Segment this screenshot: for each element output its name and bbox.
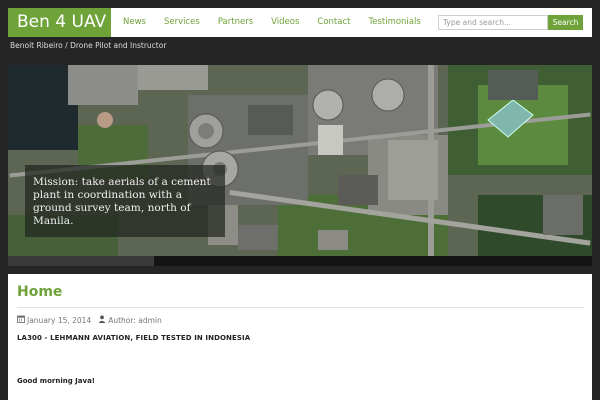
post-text: Good morning Java! (17, 377, 95, 385)
site-logo[interactable]: Ben 4 UAV (8, 8, 111, 37)
user-icon (98, 315, 106, 325)
slider-pagination (8, 256, 592, 266)
main-nav: News Services Partners Videos Contact Te… (123, 8, 439, 37)
nav-item-contact[interactable]: Contact (317, 8, 350, 37)
site-tagline: Benoit Ribeiro / Drone Pilot and Instruc… (10, 41, 167, 50)
nav-item-partners[interactable]: Partners (218, 8, 253, 37)
page-title: Home (17, 284, 63, 300)
title-divider (17, 307, 584, 308)
hero-caption: Mission: take aerials of a cement plant … (25, 165, 225, 237)
nav-item-testimonials[interactable]: Testimonials (368, 8, 420, 37)
slider-progress[interactable] (8, 256, 154, 266)
nav-item-news[interactable]: News (123, 8, 146, 37)
nav-item-videos[interactable]: Videos (271, 8, 299, 37)
post-meta: January 15, 2014 Author: admin (17, 315, 162, 325)
search-input[interactable] (438, 15, 548, 30)
hero-slider[interactable]: Mission: take aerials of a cement plant … (8, 65, 592, 256)
author-label[interactable]: Author: admin (108, 316, 162, 325)
search-button[interactable]: Search (548, 15, 583, 30)
post-author: Author: admin (98, 315, 162, 325)
nav-item-services[interactable]: Services (164, 8, 200, 37)
calendar-icon (17, 315, 25, 325)
main-content: Home January 15, 2014 Author: admin LA30… (8, 274, 592, 400)
post-date[interactable]: January 15, 2014 (27, 316, 91, 325)
post-heading: LA300 - LEHMANN AVIATION, FIELD TESTED I… (17, 334, 251, 342)
header-bar: Ben 4 UAV News Services Partners Videos … (8, 8, 592, 37)
